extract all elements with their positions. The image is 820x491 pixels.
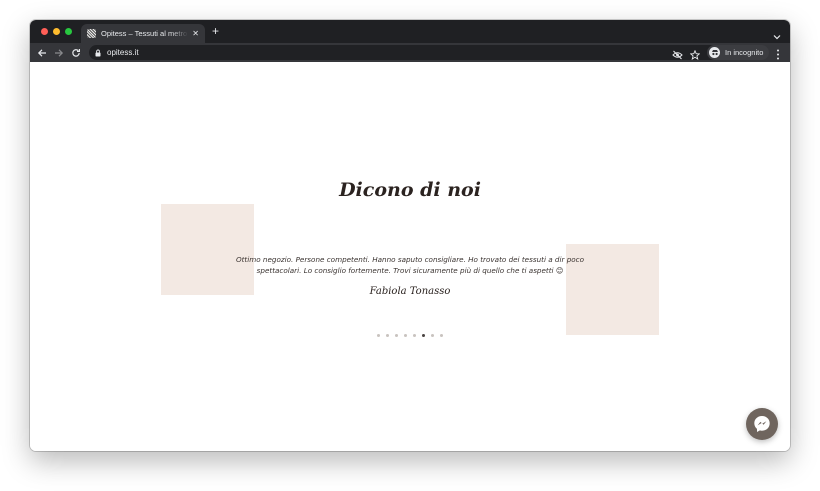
carousel-dot[interactable] [413,334,416,337]
messenger-chat-button[interactable] [746,408,778,440]
carousel-dot[interactable] [404,334,407,337]
forward-button[interactable] [52,46,65,59]
back-button[interactable] [35,46,48,59]
close-window-button[interactable] [41,28,48,35]
carousel-dot[interactable] [422,334,425,337]
new-tab-button[interactable]: + [212,24,219,38]
arrow-right-icon [54,48,63,57]
maximize-window-button[interactable] [65,28,72,35]
incognito-label: In incognito [725,48,764,57]
tab-close-button[interactable]: ✕ [192,29,199,38]
incognito-profile-button[interactable]: In incognito [707,45,770,60]
url-text: opitess.it [107,48,139,57]
lock-icon[interactable] [95,49,101,57]
browser-toolbar: opitess.it In incognito [30,43,790,62]
section-heading: Dicono di noi [339,179,481,201]
carousel-pagination [30,334,790,337]
testimonial-quote: Ottimo negozio. Persone competenti. Hann… [235,255,585,275]
page-content: Dicono di noi Ottimo negozio. Persone co… [30,62,790,451]
tab-active[interactable]: Opitess – Tessuti al metro e biancheria … [81,24,205,43]
messenger-icon [754,416,770,432]
site-favicon-icon [87,29,96,38]
decorative-block-left [161,204,254,295]
carousel-dot[interactable] [440,334,443,337]
tab-strip: Opitess – Tessuti al metro e biancheria … [30,20,790,43]
address-bar[interactable]: opitess.it [89,45,729,60]
incognito-icon [709,47,720,58]
carousel-dot[interactable] [377,334,380,337]
tab-title: Opitess – Tessuti al metro e biancheria [101,29,188,38]
testimonial-author: Fabiola Tonasso [369,286,451,297]
reload-button[interactable] [69,46,82,59]
arrow-left-icon [37,48,46,57]
browser-window: Opitess – Tessuti al metro e biancheria … [30,20,790,451]
minimize-window-button[interactable] [53,28,60,35]
carousel-dot[interactable] [395,334,398,337]
reload-icon [71,48,80,57]
carousel-dot[interactable] [386,334,389,337]
carousel-dot[interactable] [431,334,434,337]
